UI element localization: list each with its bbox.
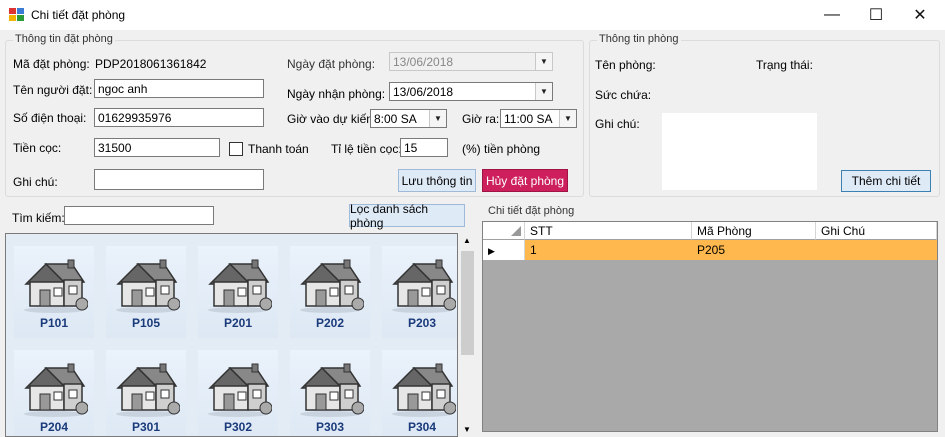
room-name: P303 [315,420,345,434]
room-name: P105 [131,316,161,330]
deposit-rate-label: Tỉ lệ tiền cọc: [331,142,402,156]
checkin-time-value: 8:00 SA [374,112,417,126]
booking-date-picker[interactable]: 13/06/2018 ▼ [389,52,553,71]
row-header[interactable]: ▶ [483,240,525,260]
grid-corner-header[interactable] [483,222,525,240]
checkin-time-select[interactable]: 8:00 SA ▼ [370,109,447,128]
checkin-date-picker[interactable]: 13/06/2018 ▼ [389,82,553,101]
room-note-label: Ghi chú: [595,117,640,131]
details-grid[interactable]: STT Mã Phòng Ghi Chú ▶ 1 P205 [482,221,938,432]
checkin-date-label: Ngày nhận phòng: [287,87,386,101]
app-icon [9,8,24,21]
maximize-button[interactable]: ☐ [853,0,899,30]
room-list-scrollbar[interactable]: ▲ ▼ [459,233,476,437]
minimize-button[interactable]: — [809,0,855,30]
checkout-time-value: 11:00 SA [504,112,553,126]
booking-info-legend: Thông tin đặt phòng [13,33,115,45]
filter-rooms-button[interactable]: Lọc danh sách phòng [349,202,465,230]
checkout-time-select[interactable]: 11:00 SA ▼ [500,109,577,128]
row-selector-icon: ▶ [488,246,495,256]
close-icon: ✕ [913,7,927,24]
cancel-booking-button[interactable]: Hủy đặt phòng [482,169,568,192]
paid-label: Thanh toán [248,142,309,156]
checkout-time-label: Giờ ra: [462,112,500,126]
window-title: Chi tiết đặt phòng [31,8,126,22]
deposit-label: Tiền cọc: [13,141,62,155]
paid-checkbox[interactable] [229,142,243,156]
search-label: Tìm kiếm: [12,211,65,225]
search-input[interactable] [64,206,214,225]
minimize-icon: — [824,6,840,23]
room-name: P302 [223,420,253,434]
chevron-down-icon[interactable]: ▼ [559,110,576,127]
room-name: P203 [407,316,437,330]
room-name: P201 [223,316,253,330]
note-input[interactable] [94,169,264,190]
room-status-label: Trạng thái: [756,58,813,72]
chevron-down-icon[interactable]: ▼ [535,53,552,70]
room-tile[interactable]: P301 [106,350,186,436]
phone-label: Số điện thoại: [13,111,87,125]
scroll-thumb[interactable] [461,251,474,355]
room-name: P301 [131,420,161,434]
add-detail-button[interactable]: Thêm chi tiết [841,170,931,192]
deposit-input[interactable]: 31500 [94,138,220,157]
room-tile[interactable]: P303 [290,350,370,436]
room-info-legend: Thông tin phòng [597,33,681,45]
column-header-stt[interactable]: STT [525,222,692,240]
note-label: Ghi chú: [13,175,58,189]
room-tile[interactable]: P302 [198,350,278,436]
table-row-note[interactable] [816,240,937,260]
room-name: P304 [407,420,437,434]
booking-code-value: PDP2018061361842 [95,57,207,71]
room-name: P202 [315,316,345,330]
room-name: P101 [39,316,69,330]
scroll-down-icon[interactable]: ▼ [463,425,471,434]
checkin-time-label: Giờ vào dự kiến: [287,112,377,126]
table-row-room[interactable]: P205 [692,240,816,260]
deposit-rate-input[interactable]: 15 [400,138,448,157]
deposit-rate-suffix: (%) tiền phòng [462,142,541,156]
column-header-note[interactable]: Ghi Chú [816,222,937,240]
room-tile[interactable]: P202 [290,246,370,338]
room-tile[interactable]: P304 [382,350,457,436]
room-name: P204 [39,420,69,434]
checkin-date-value: 13/06/2018 [393,85,454,99]
room-tile[interactable]: P101 [14,246,94,338]
select-all-icon [511,226,521,236]
room-name-label: Tên phòng: [595,58,656,72]
room-tile[interactable]: P203 [382,246,457,338]
booking-code-label: Mã đặt phòng: [13,57,90,71]
save-info-button[interactable]: Lưu thông tin [398,169,476,192]
title-bar: Chi tiết đặt phòng — ☐ ✕ [0,0,945,30]
booking-date-value: 13/06/2018 [393,55,454,69]
chevron-down-icon[interactable]: ▼ [535,83,552,100]
room-tile[interactable]: P105 [106,246,186,338]
column-header-room[interactable]: Mã Phòng [692,222,816,240]
room-list-panel: P101 P105 P201 P202 P203 P204 P301 P302 … [5,233,458,437]
maximize-icon: ☐ [868,7,884,24]
room-tile[interactable]: P204 [14,350,94,436]
details-legend: Chi tiết đặt phòng [486,205,577,217]
room-note-box[interactable] [662,113,817,190]
room-capacity-label: Sức chứa: [595,88,652,102]
booking-date-label: Ngày đặt phòng: [287,57,376,71]
name-input[interactable]: ngoc anh [94,79,264,98]
name-label: Tên người đặt: [13,83,93,97]
phone-input[interactable]: 01629935976 [94,108,264,127]
chevron-down-icon[interactable]: ▼ [429,110,446,127]
scroll-up-icon[interactable]: ▲ [463,236,471,245]
room-tile[interactable]: P201 [198,246,278,338]
table-row-stt[interactable]: 1 [525,240,692,260]
close-button[interactable]: ✕ [897,0,943,30]
